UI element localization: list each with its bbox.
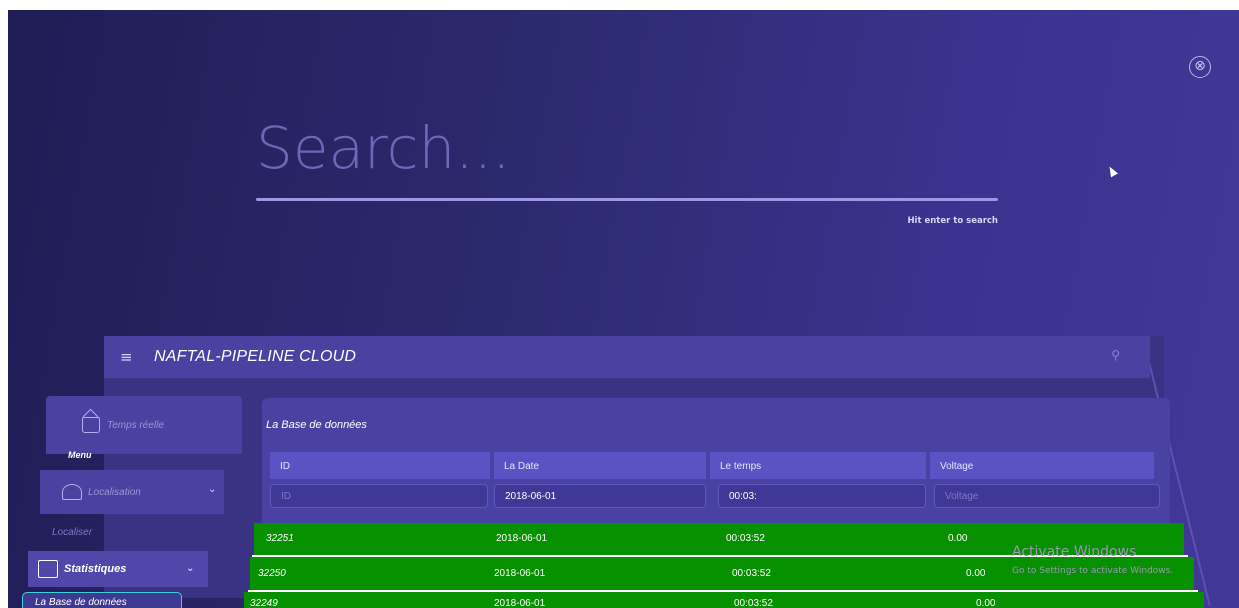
home-icon [82, 417, 100, 433]
cell-date: 2018-06-01 [494, 568, 546, 579]
cell-time: 00:03:52 [734, 598, 773, 608]
column-header-time[interactable]: Le temps [710, 452, 926, 479]
map-icon [62, 484, 82, 500]
panel-title: La Base de données [266, 419, 367, 431]
sidebar-item-localisation[interactable]: Localisation ⌄ [40, 470, 224, 514]
filter-id-input[interactable] [270, 484, 488, 508]
windows-activation-title: Activate Windows [1012, 544, 1137, 560]
cell-voltage: 0.00 [948, 533, 968, 544]
cell-id: 32250 [258, 568, 286, 579]
sidebar-item-localiser[interactable]: Localiser [34, 514, 234, 550]
chevron-down-icon: ⌄ [186, 563, 195, 574]
column-header-id[interactable]: ID [270, 452, 490, 479]
windows-activation-subtitle: Go to Settings to activate Windows. [1012, 566, 1174, 576]
sidebar-item-temps-reelle[interactable]: Temps réelle [46, 396, 242, 454]
sidebar-menu-heading: Menu [68, 450, 92, 460]
cell-date: 2018-06-01 [494, 598, 546, 608]
cell-time: 00:03:52 [726, 533, 765, 544]
column-header-voltage[interactable]: Voltage [930, 452, 1154, 479]
sidebar-item-statistiques[interactable]: Statistiques ⌄ [28, 551, 208, 587]
column-header-date[interactable]: La Date [494, 452, 706, 479]
sidebar-item-label: Localiser [52, 526, 93, 538]
sidebar-item-label: Statistiques [64, 563, 127, 575]
filter-voltage-input[interactable] [934, 484, 1160, 508]
cell-voltage: 0.00 [976, 598, 996, 608]
app-title: NAFTAL-PIPELINE CLOUD [154, 348, 357, 365]
hamburger-menu-icon[interactable]: ≡ [120, 348, 136, 366]
filter-date-input[interactable] [494, 484, 706, 508]
stats-icon [38, 560, 58, 578]
header-search-icon[interactable]: ⚲ [1111, 348, 1120, 362]
search-input[interactable] [256, 98, 998, 198]
app-header: ≡ NAFTAL-PIPELINE CLOUD ⚲ [104, 336, 1150, 378]
search-underline [256, 198, 998, 201]
search-hint: Hit enter to search [907, 216, 998, 226]
close-icon[interactable]: ⊗ [1189, 56, 1211, 78]
table-row[interactable]: 32249 2018-06-01 00:03:52 0.00 [244, 592, 1204, 608]
cell-id: 32251 [266, 533, 294, 544]
chevron-down-icon: ⌄ [208, 484, 217, 495]
sidebar-item-base-de-donnees[interactable]: La Base de données [22, 592, 182, 608]
mouse-pointer-icon [1106, 164, 1118, 178]
cell-time: 00:03:52 [732, 568, 771, 579]
filter-time-input[interactable] [718, 484, 926, 508]
sidebar-item-label: Localisation [88, 486, 141, 498]
sidebar-item-label: Temps réelle [107, 419, 164, 431]
cell-voltage: 0.00 [966, 568, 986, 579]
cell-id: 32249 [250, 598, 278, 608]
cell-date: 2018-06-01 [496, 533, 548, 544]
